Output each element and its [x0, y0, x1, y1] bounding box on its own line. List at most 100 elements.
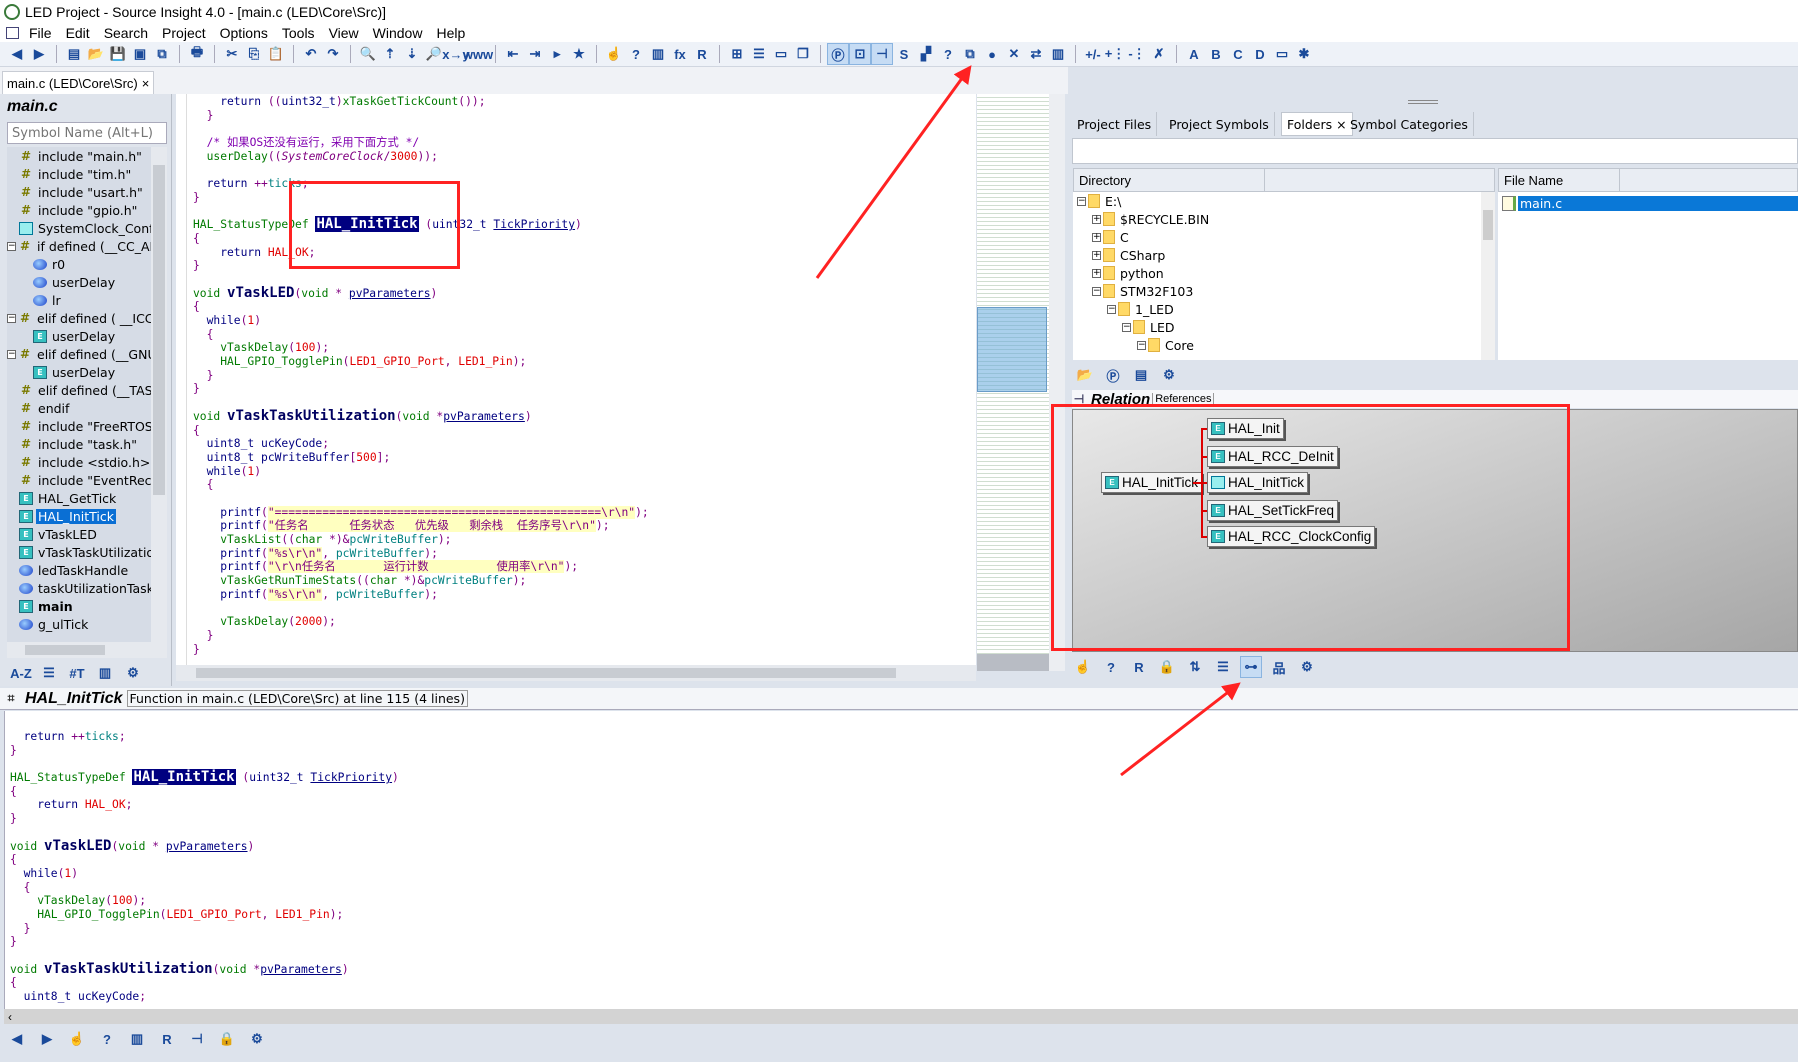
- menu-search[interactable]: Search: [97, 25, 155, 41]
- toolbar-button-icon[interactable]: +⋮: [1104, 43, 1126, 65]
- symbol-list-item[interactable]: EvTaskTaskUtilizatio: [7, 543, 151, 561]
- symbol-list-item[interactable]: − # elif defined (__GNU: [7, 345, 151, 363]
- tab-folders[interactable]: Folders ×: [1281, 112, 1353, 136]
- toolbar-button-icon[interactable]: ▤: [63, 43, 85, 65]
- symbol-list-item[interactable]: taskUtilizationTaskH: [7, 579, 151, 597]
- toolbar-button-icon[interactable]: 📋: [265, 43, 287, 65]
- symbol-list-item[interactable]: # include "task.h": [7, 435, 151, 453]
- expand-icon[interactable]: +: [1092, 232, 1101, 242]
- collapse-icon[interactable]: −: [7, 313, 16, 323]
- symbol-tool-icon[interactable]: ☰: [38, 662, 60, 684]
- menu-edit[interactable]: Edit: [59, 25, 97, 41]
- toolbar-button-icon[interactable]: ▥: [647, 43, 669, 65]
- menu-tools[interactable]: Tools: [275, 25, 322, 41]
- toolbar-button-icon[interactable]: ✱: [1293, 43, 1315, 65]
- source-editor[interactable]: return ((uint32_t)xTaskGetTickCount()); …: [176, 94, 976, 671]
- context-tool-icon[interactable]: ▶: [36, 1028, 58, 1050]
- toolbar-button-icon[interactable]: -⋮: [1126, 43, 1148, 65]
- toolbar-button-icon[interactable]: ☝: [603, 43, 625, 65]
- context-tool-icon[interactable]: 🔒: [216, 1028, 238, 1050]
- editor-vertical-scrollbar[interactable]: [1049, 94, 1065, 671]
- directory-item[interactable]: + CSharp: [1073, 246, 1481, 264]
- menu-options[interactable]: Options: [213, 25, 275, 41]
- toolbar-button-icon[interactable]: ⇤: [502, 43, 524, 65]
- context-tool-icon[interactable]: ▥: [126, 1028, 148, 1050]
- system-menu-icon[interactable]: [6, 26, 19, 39]
- toolbar-button-icon[interactable]: Ⓟ: [827, 43, 849, 65]
- tab-project-symbols[interactable]: Project Symbols: [1164, 112, 1275, 136]
- overview-minimap[interactable]: [977, 94, 1049, 654]
- relation-tool-icon[interactable]: 🔒: [1156, 656, 1178, 678]
- symbol-list-item[interactable]: r0: [7, 255, 151, 273]
- symbol-tool-icon[interactable]: ▥: [94, 662, 116, 684]
- directory-item[interactable]: − LED: [1073, 318, 1481, 336]
- symbol-list-item[interactable]: EvTaskLED: [7, 525, 151, 543]
- toolbar-button-icon[interactable]: ▥: [1047, 43, 1069, 65]
- toolbar-button-icon[interactable]: ↷: [322, 43, 344, 65]
- context-tool-icon[interactable]: ?: [96, 1028, 118, 1050]
- toolbar-button-icon[interactable]: ★: [568, 43, 590, 65]
- toolbar-button-icon[interactable]: ▣: [129, 43, 151, 65]
- expand-icon[interactable]: +: [1092, 250, 1101, 260]
- toolbar-button-icon[interactable]: ⧉: [151, 43, 173, 65]
- relation-tool-icon[interactable]: R: [1128, 656, 1150, 678]
- tab-project-files[interactable]: Project Files: [1072, 112, 1158, 136]
- toolbar-button-icon[interactable]: ❐: [792, 43, 814, 65]
- menu-window[interactable]: Window: [366, 25, 430, 41]
- symbol-list-item[interactable]: SystemClock_Config: [7, 219, 151, 237]
- expand-icon[interactable]: −: [1092, 286, 1101, 296]
- context-tool-icon[interactable]: ⊣: [186, 1028, 208, 1050]
- project-tool-icon[interactable]: ▤: [1130, 364, 1152, 386]
- context-tool-icon[interactable]: R: [156, 1028, 178, 1050]
- symbol-list-item[interactable]: E HAL_GetTick: [7, 489, 151, 507]
- symbol-list-item[interactable]: − # if defined (__CC_AR: [7, 237, 151, 255]
- symbol-tool-icon[interactable]: #T: [66, 662, 88, 684]
- relation-child-node[interactable]: E HAL_Init: [1207, 418, 1284, 439]
- collapse-icon[interactable]: −: [7, 241, 16, 251]
- toolbar-button-icon[interactable]: 💾: [107, 43, 129, 65]
- toolbar-button-icon[interactable]: A: [1183, 43, 1205, 65]
- toolbar-button-icon[interactable]: ↶: [300, 43, 322, 65]
- symbol-search-input[interactable]: [7, 122, 167, 144]
- expand-icon[interactable]: +: [1092, 214, 1101, 224]
- toolbar-button-icon[interactable]: +/-: [1082, 43, 1104, 65]
- symbol-list-item[interactable]: # endif: [7, 399, 151, 417]
- toolbar-button-icon[interactable]: S: [893, 43, 915, 65]
- symbol-list-item[interactable]: # elif defined (__TASK: [7, 381, 151, 399]
- menu-help[interactable]: Help: [429, 25, 472, 41]
- symbol-vertical-scrollbar[interactable]: [151, 147, 167, 642]
- relation-graph[interactable]: E HAL_InitTick E HAL_Init E HAL_RCC_DeInit HAL…: [1072, 409, 1798, 652]
- context-code[interactable]: return ++ticks;} HAL_StatusTypeDef HAL_I…: [4, 711, 1798, 1009]
- project-tool-icon[interactable]: 📂: [1074, 364, 1096, 386]
- menu-view[interactable]: View: [322, 25, 366, 41]
- toolbar-button-icon[interactable]: B: [1205, 43, 1227, 65]
- toolbar-button-icon[interactable]: ⇣: [401, 43, 423, 65]
- symbol-horizontal-scrollbar[interactable]: [7, 642, 167, 658]
- symbol-list-item[interactable]: # include "usart.h": [7, 183, 151, 201]
- symbol-tool-icon[interactable]: ⚙: [122, 662, 144, 684]
- toolbar-button-icon[interactable]: ⇥: [524, 43, 546, 65]
- symbol-list-item[interactable]: EuserDelay: [7, 327, 151, 345]
- symbol-list-item[interactable]: lr: [7, 291, 151, 309]
- symbol-list-item[interactable]: g_ulTick: [7, 615, 151, 633]
- symbol-list-item[interactable]: EuserDelay: [7, 363, 151, 381]
- tab-main-c[interactable]: main.c (LED\Core\Src) ×: [2, 71, 155, 94]
- symbol-list-item[interactable]: − # elif defined ( __ICCA: [7, 309, 151, 327]
- editor-horizontal-scrollbar[interactable]: [176, 665, 976, 681]
- context-horizontal-scrollbar[interactable]: ‹: [4, 1009, 1798, 1024]
- relation-tool-icon[interactable]: ⊶: [1240, 656, 1262, 678]
- menu-file[interactable]: File: [22, 25, 59, 41]
- directory-item[interactable]: + $RECYCLE.BIN: [1073, 210, 1481, 228]
- toolbar-button-icon[interactable]: C: [1227, 43, 1249, 65]
- minimap-viewport[interactable]: [977, 307, 1047, 392]
- toolbar-button-icon[interactable]: ▶: [28, 43, 50, 65]
- project-tool-icon[interactable]: ⚙: [1158, 364, 1180, 386]
- symbol-list-item[interactable]: ledTaskHandle: [7, 561, 151, 579]
- file-name-column-header[interactable]: File Name: [1498, 168, 1798, 193]
- folder-filter-input[interactable]: [1072, 138, 1798, 164]
- relation-child-node[interactable]: HAL_InitTick: [1207, 472, 1309, 493]
- collapse-icon[interactable]: −: [7, 349, 16, 359]
- toolbar-button-icon[interactable]: ⇡: [379, 43, 401, 65]
- toolbar-button-icon[interactable]: ⊞: [726, 43, 748, 65]
- relation-tool-icon[interactable]: ☰: [1212, 656, 1234, 678]
